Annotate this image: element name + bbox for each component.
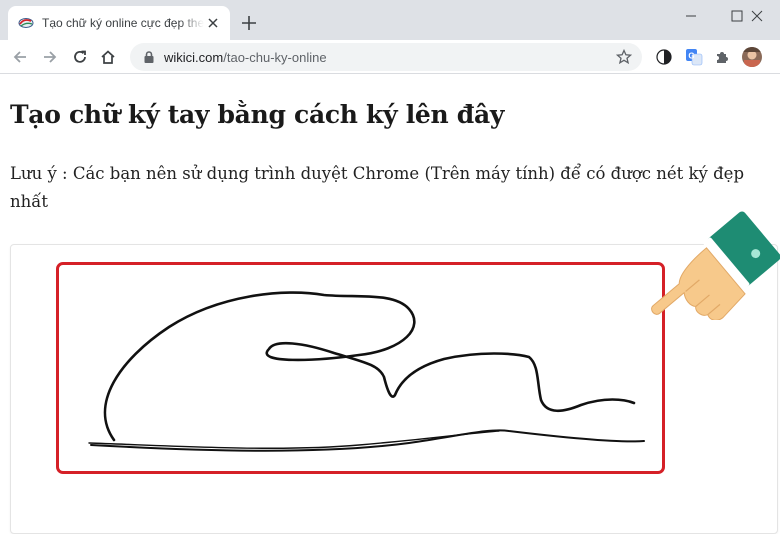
reload-icon[interactable] <box>68 45 92 69</box>
extension-dark-mode-icon[interactable] <box>654 47 674 67</box>
close-icon[interactable] <box>204 14 222 32</box>
minimize-icon[interactable] <box>668 0 714 32</box>
home-icon[interactable] <box>96 45 120 69</box>
address-bar[interactable]: wikici.com/tao-chu-ky-online <box>130 43 642 71</box>
browser-tab[interactable]: Tạo chữ ký online cực đẹp theo tên <box>8 6 230 40</box>
tab-title: Tạo chữ ký online cực đẹp theo tên <box>42 16 204 30</box>
signature-stroke <box>88 291 645 452</box>
back-icon[interactable] <box>8 45 32 69</box>
star-icon[interactable] <box>616 49 632 65</box>
browser-toolbar: wikici.com/tao-chu-ky-online G <box>0 40 780 74</box>
url-text: wikici.com/tao-chu-ky-online <box>164 49 327 65</box>
puzzle-icon[interactable] <box>712 47 732 67</box>
profile-avatar[interactable] <box>741 46 763 68</box>
pointing-hand-icon <box>651 211 780 320</box>
favicon-icon <box>18 18 34 28</box>
forward-icon[interactable] <box>38 45 62 69</box>
page-title: Tạo chữ ký tay bằng cách ký lên đây <box>10 100 505 129</box>
page-content: Tạo chữ ký tay bằng cách ký lên đây Lưu … <box>0 74 780 534</box>
window-close-icon[interactable] <box>734 0 780 32</box>
signature-pad[interactable] <box>56 262 665 474</box>
svg-text:G: G <box>688 52 694 61</box>
lock-icon[interactable] <box>142 50 156 64</box>
tab-strip: Tạo chữ ký online cực đẹp theo tên <box>0 0 780 40</box>
translate-icon[interactable]: G <box>684 47 704 67</box>
plus-icon[interactable] <box>238 12 260 34</box>
